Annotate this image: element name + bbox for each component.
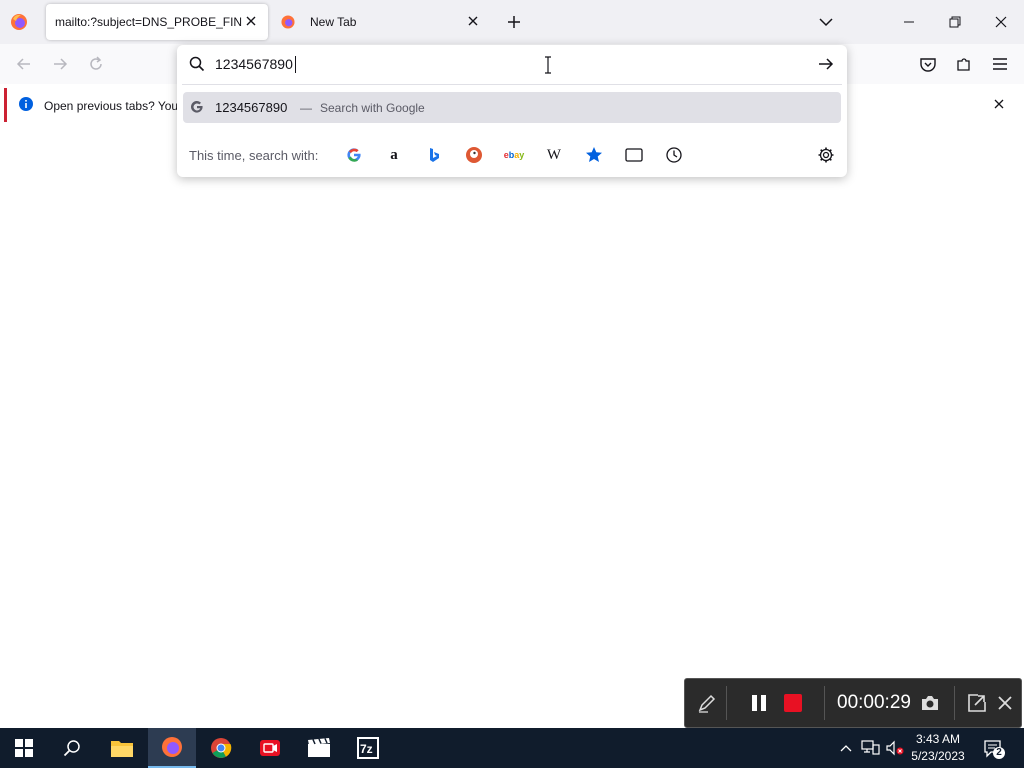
google-engine-icon[interactable] [343,144,365,166]
amazon-engine-icon[interactable]: a [383,144,405,166]
google-icon [190,100,204,114]
tab-title: New Tab [310,15,357,29]
info-icon [19,97,33,111]
suggestion-separator: — [300,101,312,115]
notification-text: Open previous tabs? You [44,99,179,113]
taskbar-search-icon[interactable] [48,728,96,768]
ebay-engine-icon[interactable]: ebay [503,144,525,166]
close-recorder-icon[interactable] [997,695,1013,711]
clock-time: 3:43 AM [915,732,961,746]
reload-icon[interactable] [86,54,106,74]
urlbar-input[interactable]: 1234567890 [215,56,293,72]
pocket-icon[interactable] [918,54,938,74]
pen-annotate-icon[interactable] [696,692,718,714]
tab-title: mailto:?subject=DNS_PROBE_FINISHED [55,15,243,29]
close-tab-icon[interactable] [244,14,258,28]
tab-new-tab[interactable]: New Tab [272,4,490,40]
search-icon [189,56,205,72]
suggestion-action: Search with Google [320,101,425,115]
urlbar-separator [182,84,842,85]
forward-arrow-icon[interactable] [50,54,70,74]
recorder-divider [954,686,955,720]
restore-icon[interactable] [932,0,978,44]
close-window-icon[interactable] [978,0,1024,44]
close-tab-icon[interactable] [466,14,480,28]
text-cursor-ibeam-icon [543,56,553,74]
firefox-view-icon[interactable] [8,11,30,33]
recorder-divider [726,686,727,720]
taskbar-clock[interactable]: 3:43 AM 5/23/2023 [906,731,970,765]
volume-muted-icon[interactable] [885,740,905,756]
history-clock-icon[interactable] [663,144,685,166]
firefox-tab-icon [280,14,296,30]
one-off-search-label: This time, search with: [189,148,319,163]
list-all-tabs-chevron-icon[interactable] [816,12,836,32]
minimize-icon[interactable] [886,0,932,44]
recorder-divider [824,686,825,720]
pause-icon[interactable] [750,694,768,712]
tab-mailto[interactable]: mailto:?subject=DNS_PROBE_FINISHED [46,4,268,40]
show-hidden-icons-chevron-icon[interactable] [838,740,854,756]
expand-window-icon[interactable] [967,693,987,713]
wikipedia-engine-icon[interactable]: W [543,144,565,166]
stop-record-button[interactable] [784,694,802,712]
taskbar-chrome-icon[interactable] [197,728,245,768]
recording-timer: 00:00:29 [837,692,911,713]
svg-text:7z: 7z [360,742,373,756]
taskbar-7zip-icon[interactable]: 7z [344,728,392,768]
bing-engine-icon[interactable] [423,144,445,166]
file-explorer-icon[interactable] [98,728,146,768]
duckduckgo-engine-icon[interactable] [463,144,485,166]
taskbar-video-editor-icon[interactable] [295,728,343,768]
network-icon[interactable] [861,740,881,756]
close-notification-icon[interactable] [993,98,1005,110]
text-caret [295,56,296,73]
taskbar-screen-recorder-icon[interactable] [246,728,294,768]
menu-hamburger-icon[interactable] [990,54,1010,74]
new-tab-plus-icon[interactable] [504,12,524,32]
camera-screenshot-icon[interactable] [920,694,940,712]
tabs-icon[interactable] [623,144,645,166]
go-arrow-icon[interactable] [817,56,835,72]
suggestion-title: 1234567890 [215,100,288,115]
notification-count-badge: 2 [996,747,1002,758]
taskbar-firefox-icon[interactable] [148,728,196,768]
clock-date: 5/23/2023 [911,749,965,763]
bookmarks-star-icon[interactable] [583,144,605,166]
search-settings-gear-icon[interactable] [815,144,837,166]
back-arrow-icon[interactable] [14,54,34,74]
windows-start-icon[interactable] [0,728,48,768]
extensions-icon[interactable] [954,54,974,74]
